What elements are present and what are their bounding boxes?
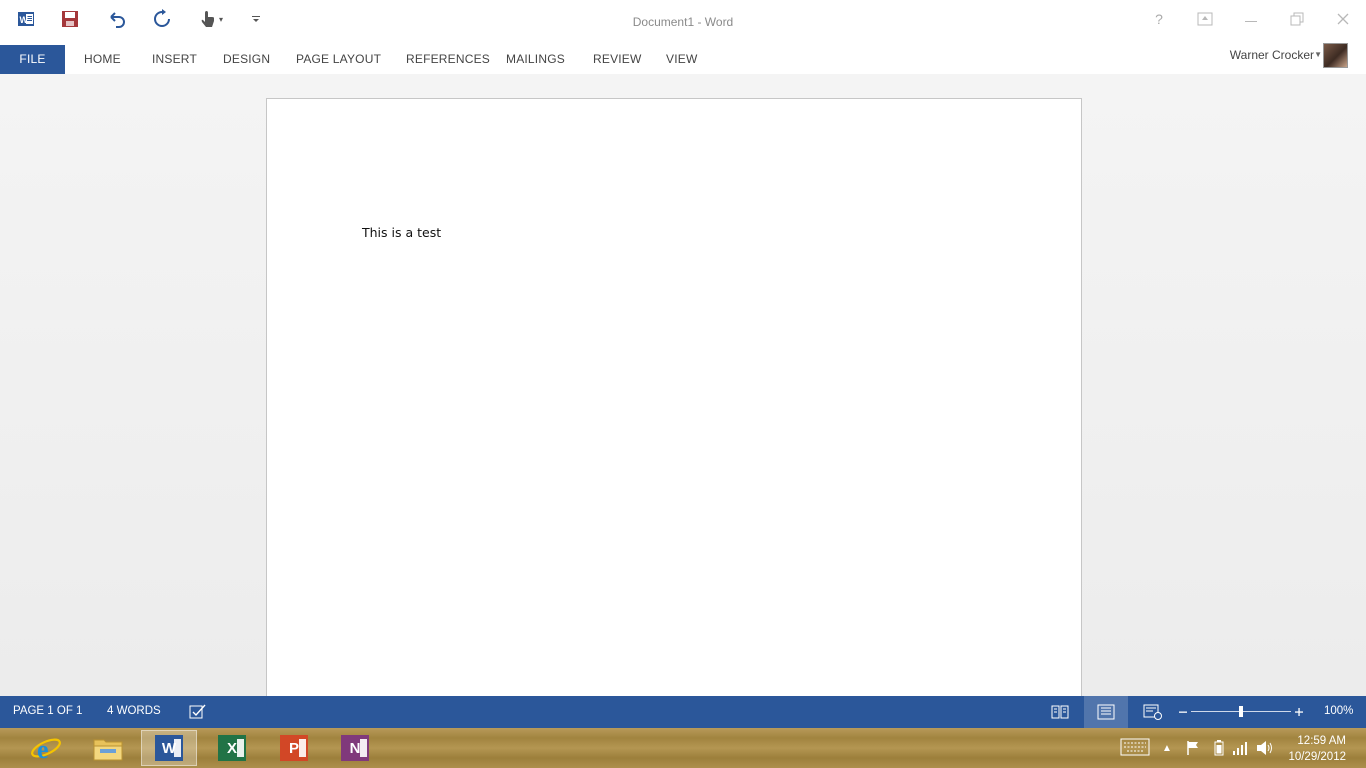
- zoom-out-button[interactable]: [1172, 702, 1194, 722]
- internet-explorer-icon: e: [31, 735, 61, 763]
- title-bar: W ▾ Document1 - Word ?: [0, 0, 1366, 42]
- restore-button[interactable]: [1285, 8, 1309, 30]
- svg-text:e: e: [37, 735, 49, 763]
- tab-view[interactable]: VIEW: [666, 45, 697, 74]
- network-signal-icon[interactable]: [1232, 740, 1248, 756]
- tab-file[interactable]: FILE: [0, 45, 65, 74]
- battery-icon[interactable]: [1214, 740, 1224, 756]
- powerpoint-icon: P: [280, 735, 308, 761]
- clock-time: 12:59 AM: [1297, 735, 1346, 747]
- document-body-text[interactable]: This is a test: [362, 225, 441, 240]
- taskbar: e W X P N ▲ 12:59 AM 10/29/2012: [0, 728, 1366, 768]
- show-hidden-icons-icon[interactable]: ▲: [1162, 740, 1172, 756]
- tab-review[interactable]: REVIEW: [593, 45, 642, 74]
- tab-home[interactable]: HOME: [84, 45, 121, 74]
- close-button[interactable]: [1331, 8, 1355, 30]
- minimize-button[interactable]: [1239, 8, 1263, 30]
- read-mode-icon[interactable]: [1049, 702, 1071, 722]
- svg-text:W: W: [20, 15, 29, 25]
- redo-icon[interactable]: [151, 8, 173, 30]
- word-count[interactable]: 4 WORDS: [107, 705, 161, 717]
- proofing-icon[interactable]: [187, 702, 209, 722]
- document-page[interactable]: This is a test: [266, 98, 1082, 702]
- taskbar-file-explorer[interactable]: [80, 730, 136, 766]
- action-center-flag-icon[interactable]: [1185, 740, 1201, 756]
- customize-toolbar-icon[interactable]: [245, 8, 267, 30]
- clock-date: 10/29/2012: [1288, 751, 1346, 763]
- touch-keyboard-icon[interactable]: [1120, 738, 1150, 756]
- tab-insert[interactable]: INSERT: [152, 45, 197, 74]
- page-count[interactable]: PAGE 1 OF 1: [13, 705, 82, 717]
- taskbar-excel[interactable]: X: [204, 730, 260, 766]
- print-layout-icon[interactable]: [1084, 696, 1128, 728]
- user-name[interactable]: Warner Crocker: [1230, 48, 1314, 62]
- system-clock[interactable]: 12:59 AM 10/29/2012: [1288, 733, 1346, 765]
- ribbon-display-options-button[interactable]: [1193, 8, 1217, 30]
- ribbon-tabs: FILE HOME INSERT DESIGN PAGE LAYOUT REFE…: [0, 45, 1366, 74]
- undo-icon[interactable]: [105, 8, 127, 30]
- folder-icon: [93, 739, 123, 761]
- onenote-icon: N: [341, 735, 369, 761]
- tab-design[interactable]: DESIGN: [223, 45, 270, 74]
- status-bar: PAGE 1 OF 1 4 WORDS 100%: [0, 696, 1366, 728]
- zoom-in-button[interactable]: [1288, 702, 1310, 722]
- taskbar-word[interactable]: W: [141, 730, 197, 766]
- taskbar-powerpoint[interactable]: P: [266, 730, 322, 766]
- tab-mailings[interactable]: MAILINGS: [506, 45, 565, 74]
- excel-icon: X: [218, 735, 246, 761]
- zoom-slider-thumb[interactable]: [1239, 706, 1243, 717]
- taskbar-internet-explorer[interactable]: e: [18, 730, 74, 766]
- taskbar-onenote[interactable]: N: [327, 730, 383, 766]
- touch-mode-dropdown-icon[interactable]: ▾: [216, 8, 226, 30]
- zoom-level[interactable]: 100%: [1324, 705, 1353, 717]
- tab-page-layout[interactable]: PAGE LAYOUT: [296, 45, 381, 74]
- user-avatar[interactable]: [1323, 43, 1348, 68]
- document-canvas: This is a test: [0, 74, 1366, 702]
- help-button[interactable]: ?: [1147, 8, 1171, 30]
- volume-icon[interactable]: [1256, 740, 1274, 756]
- web-layout-icon[interactable]: [1142, 702, 1164, 722]
- word-app-icon[interactable]: W: [15, 8, 37, 30]
- word-icon: W: [155, 735, 183, 761]
- user-dropdown-icon[interactable]: ▼: [1314, 50, 1322, 59]
- tab-references[interactable]: REFERENCES: [406, 45, 490, 74]
- save-icon[interactable]: [59, 8, 81, 30]
